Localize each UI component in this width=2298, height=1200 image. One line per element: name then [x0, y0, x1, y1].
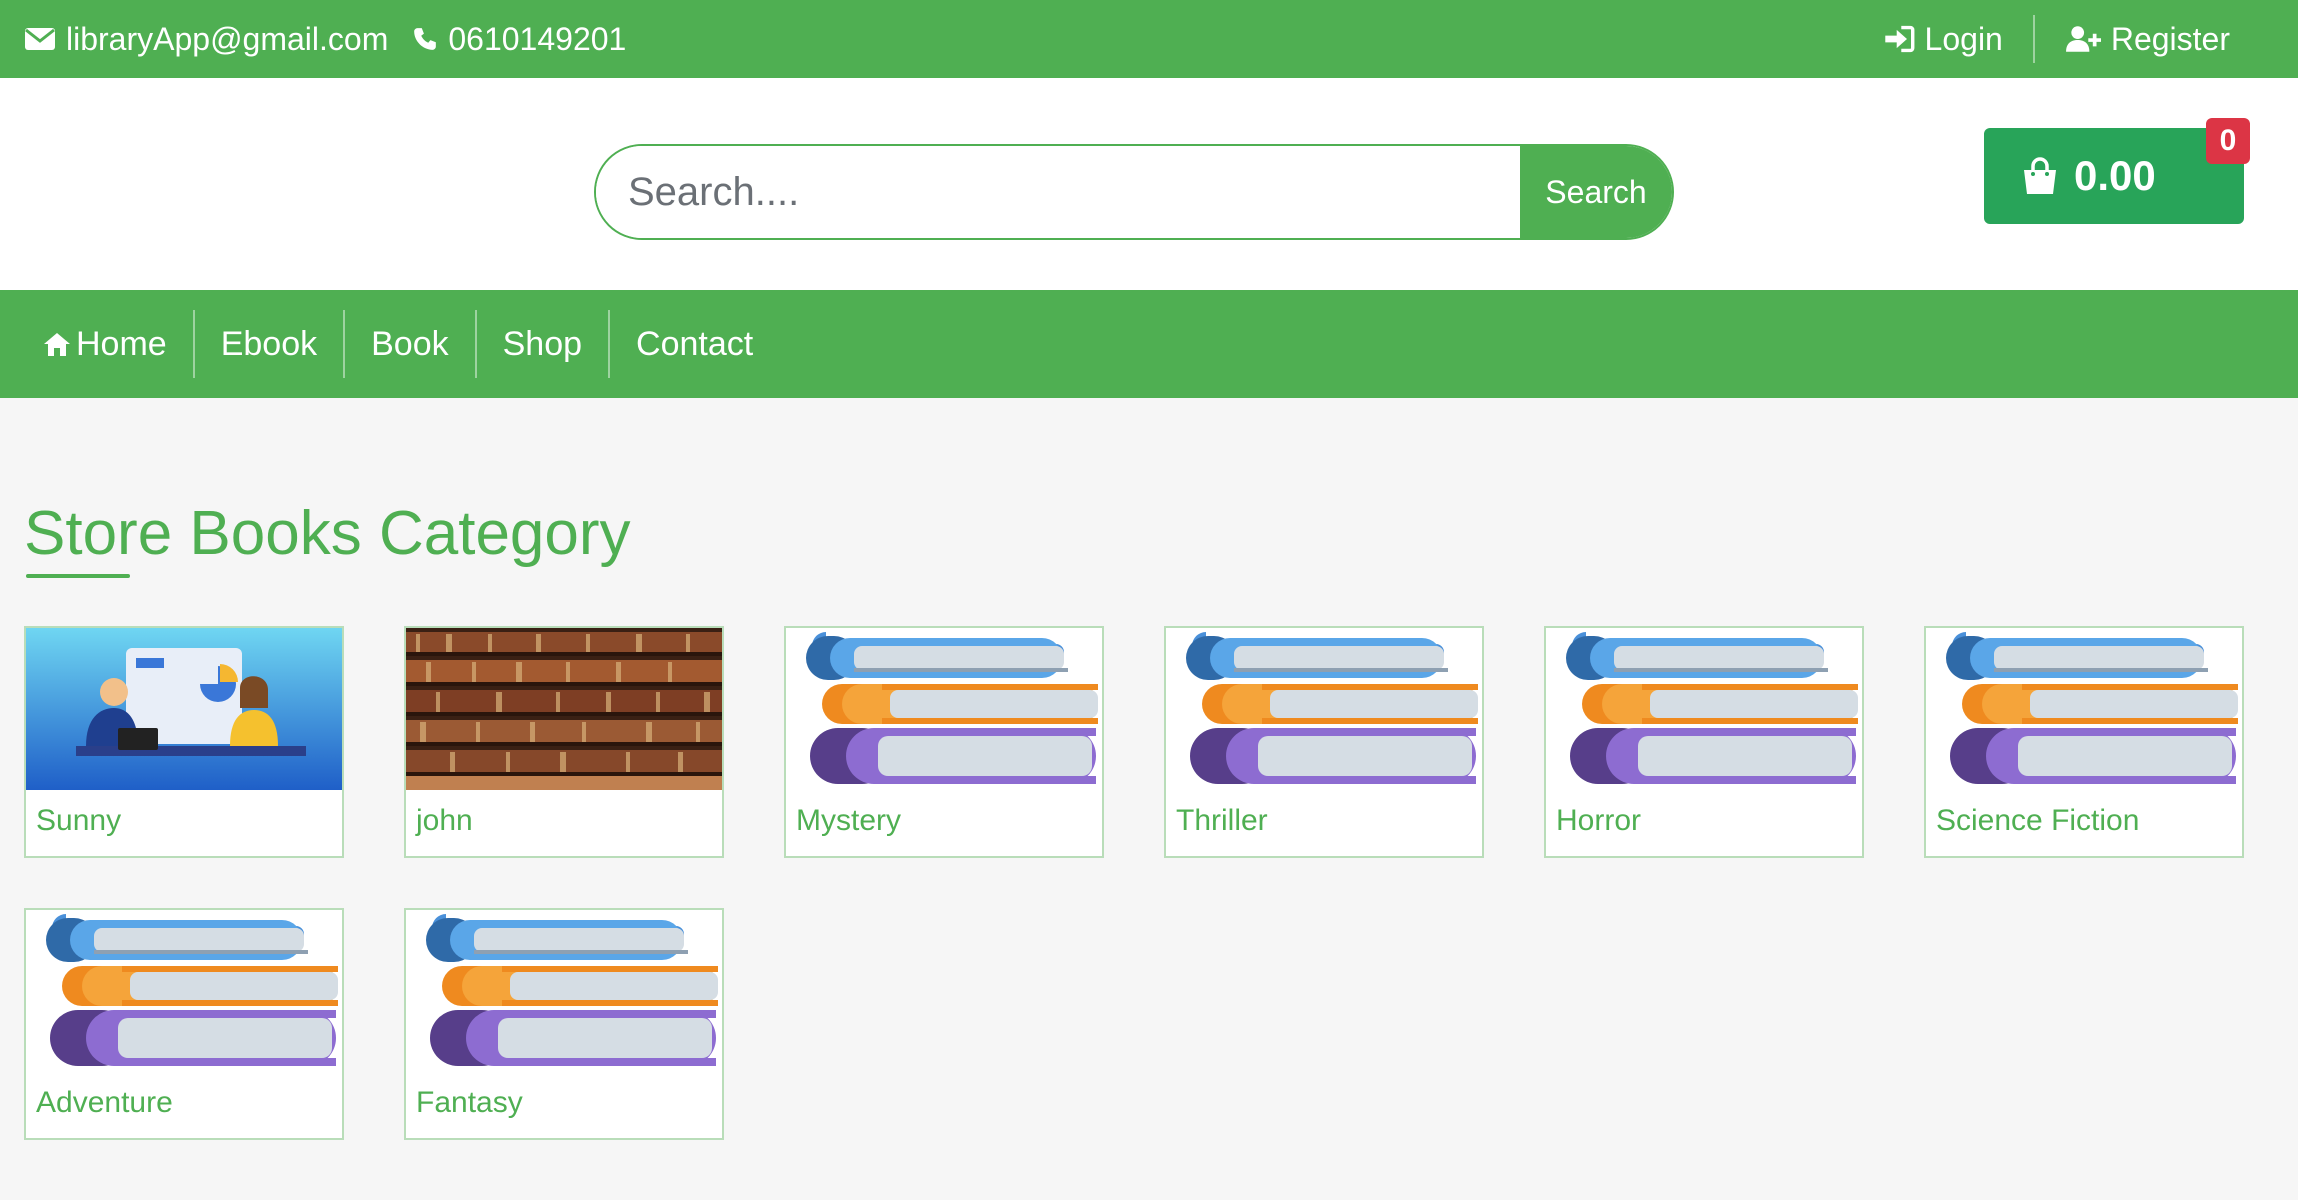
auth-divider — [2032, 15, 2035, 63]
category-image — [26, 910, 342, 1072]
book-stack-image — [406, 910, 722, 1072]
category-label: Adventure — [36, 1086, 173, 1119]
category-image — [1166, 628, 1482, 790]
search-bar: Search — [594, 144, 1674, 240]
book-stack-image — [1926, 628, 2242, 790]
book-stack-image — [1546, 628, 1862, 790]
nav-home-label: Home — [76, 324, 167, 363]
category-card-science-fiction[interactable]: Science Fiction — [1924, 626, 2244, 858]
category-card-john[interactable]: john — [404, 626, 724, 858]
search-input[interactable] — [596, 146, 1520, 238]
category-card-sunny[interactable]: Sunny — [24, 626, 344, 858]
nav-book[interactable]: Book — [345, 310, 477, 378]
nav-contact[interactable]: Contact — [610, 310, 779, 378]
category-image — [406, 628, 722, 790]
search-button[interactable]: Search — [1520, 146, 1672, 238]
user-plus-icon — [2065, 26, 2101, 52]
cart-count-badge: 0 — [2206, 118, 2250, 164]
category-image — [1546, 628, 1862, 790]
header: Search 0.00 0 — [0, 78, 2298, 290]
nav-home[interactable]: Home — [42, 310, 195, 378]
category-label: john — [416, 804, 473, 837]
cart-total: 0.00 — [2074, 152, 2156, 199]
category-label: Thriller — [1176, 804, 1268, 837]
contact-info: libraryApp@gmail.com 0610149201 — [24, 21, 626, 58]
page-title: Store Books Category — [24, 499, 631, 568]
email-contact[interactable]: libraryApp@gmail.com — [24, 21, 388, 58]
category-label: Sunny — [36, 804, 122, 837]
category-image — [406, 910, 722, 1072]
envelope-icon — [25, 28, 55, 50]
phone-contact[interactable]: 0610149201 — [412, 21, 626, 58]
category-label: Fantasy — [416, 1086, 523, 1119]
register-label: Register — [2110, 20, 2230, 57]
nav-shop[interactable]: Shop — [477, 310, 611, 378]
register-link[interactable]: Register — [2065, 21, 2230, 58]
email-text: libraryApp@gmail.com — [66, 20, 389, 57]
category-label: Horror — [1556, 804, 1642, 837]
category-label: Mystery — [796, 804, 901, 837]
category-card-horror[interactable]: Horror — [1544, 626, 1864, 858]
login-label: Login — [1924, 20, 2003, 57]
nav-book-label: Book — [371, 324, 449, 363]
main-nav: Home Ebook Book Shop Contact — [0, 290, 2298, 398]
nav-shop-label: Shop — [502, 324, 583, 363]
category-image — [1926, 628, 2242, 790]
home-icon — [44, 333, 70, 356]
book-stack-image — [26, 910, 342, 1072]
login-link[interactable]: Login — [1883, 21, 2003, 58]
category-card-thriller[interactable]: Thriller — [1164, 626, 1484, 858]
category-label: Science Fiction — [1936, 804, 2140, 837]
shopping-bag-icon — [2024, 157, 2056, 194]
top-bar: libraryApp@gmail.com 0610149201 Login Re… — [0, 0, 2298, 78]
phone-text: 0610149201 — [448, 20, 627, 57]
cart-button[interactable]: 0.00 0 — [1984, 118, 2250, 224]
category-image — [26, 628, 342, 790]
nav-ebook-label: Ebook — [220, 324, 318, 363]
book-stack-image — [1166, 628, 1482, 790]
team-illustration-image — [26, 628, 342, 790]
category-card-adventure[interactable]: Adventure — [24, 908, 344, 1140]
bookshelf-photo-image — [406, 628, 722, 790]
category-card-fantasy[interactable]: Fantasy — [404, 908, 724, 1140]
sign-in-icon — [1884, 25, 1914, 53]
nav-ebook[interactable]: Ebook — [195, 310, 346, 378]
auth-links: Login Register — [1883, 15, 2230, 63]
title-underline — [26, 574, 130, 578]
phone-icon — [414, 28, 437, 50]
nav-contact-label: Contact — [636, 324, 754, 363]
category-card-mystery[interactable]: Mystery — [784, 626, 1104, 858]
category-image — [786, 628, 1102, 790]
book-stack-image — [786, 628, 1102, 790]
